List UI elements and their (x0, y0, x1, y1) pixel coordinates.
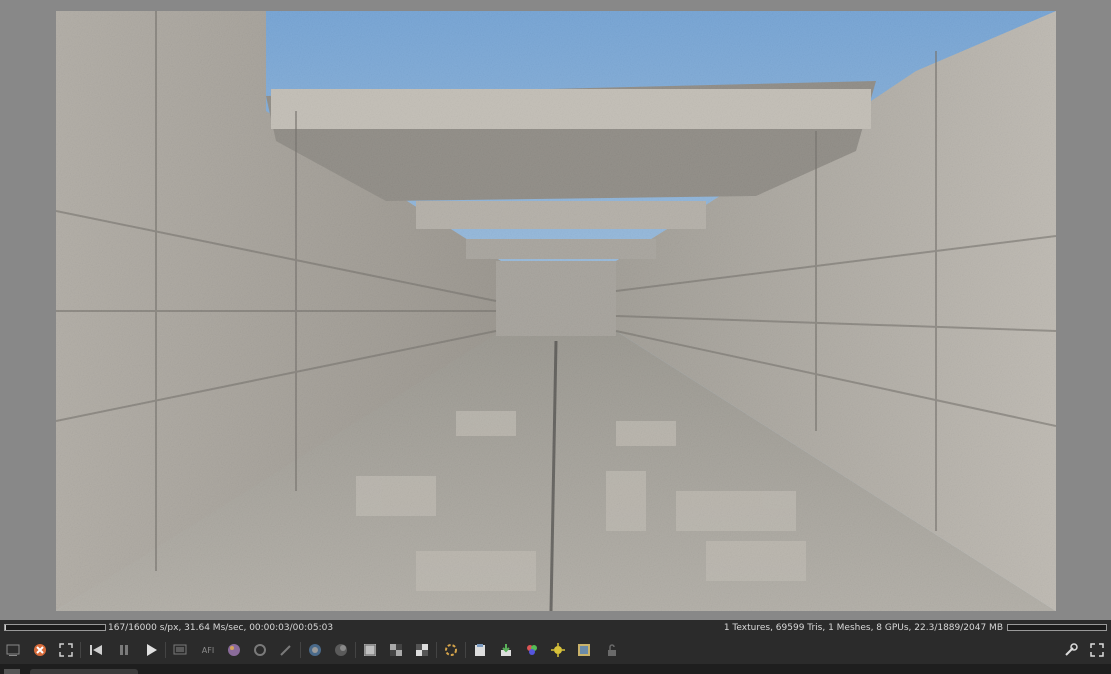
save-render-icon[interactable] (496, 640, 516, 660)
render-progress-fill (5, 625, 7, 630)
recenter-view-icon[interactable] (3, 640, 23, 660)
subsample-mode-icon[interactable] (386, 640, 406, 660)
panel-tab[interactable] (30, 669, 138, 674)
lock-resolution-icon[interactable] (441, 640, 461, 660)
color-picker-icon[interactable] (224, 640, 244, 660)
start-render-icon[interactable] (141, 640, 161, 660)
white-balance-icon[interactable] (276, 640, 296, 660)
render-progress-bar (4, 624, 106, 631)
denoise-icon[interactable] (548, 640, 568, 660)
panel-icon[interactable] (4, 669, 20, 674)
restart-render-icon[interactable] (86, 640, 106, 660)
preferences-icon[interactable] (1061, 640, 1081, 660)
pause-render-icon[interactable] (114, 640, 134, 660)
focus-picker-icon[interactable] (250, 640, 270, 660)
zoom-fit-icon[interactable] (56, 640, 76, 660)
material-picker-icon[interactable] (331, 640, 351, 660)
clay-mode-icon[interactable] (360, 640, 380, 660)
rendered-scene-image (56, 11, 1056, 611)
region-render-icon[interactable] (170, 640, 190, 660)
copy-to-clipboard-icon[interactable] (470, 640, 490, 660)
viewport-toolbar: AFI (0, 636, 1111, 664)
export-passes-icon[interactable] (522, 640, 542, 660)
settings-icon[interactable] (574, 640, 594, 660)
fullscreen-icon[interactable] (1087, 640, 1107, 660)
afr-icon[interactable]: AFI (198, 640, 218, 660)
render-viewport[interactable] (0, 0, 1111, 620)
status-bar: 167/16000 s/px, 31.64 Ms/sec, 00:00:03/0… (0, 620, 1111, 636)
bottom-panel-strip (0, 664, 1111, 674)
scene-info-text: 1 Textures, 69599 Tris, 1 Meshes, 8 GPUs… (723, 623, 1003, 633)
camera-target-icon[interactable] (305, 640, 325, 660)
render-progress-text: 167/16000 s/px, 31.64 Ms/sec, 00:00:03/0… (108, 623, 334, 633)
afr-label: AFI (201, 645, 215, 655)
alpha-channel-icon[interactable] (412, 640, 432, 660)
reset-render-icon[interactable] (30, 640, 50, 660)
memory-progress-bar (1007, 624, 1107, 631)
lock-icon[interactable] (602, 640, 622, 660)
render-image[interactable] (56, 11, 1056, 611)
